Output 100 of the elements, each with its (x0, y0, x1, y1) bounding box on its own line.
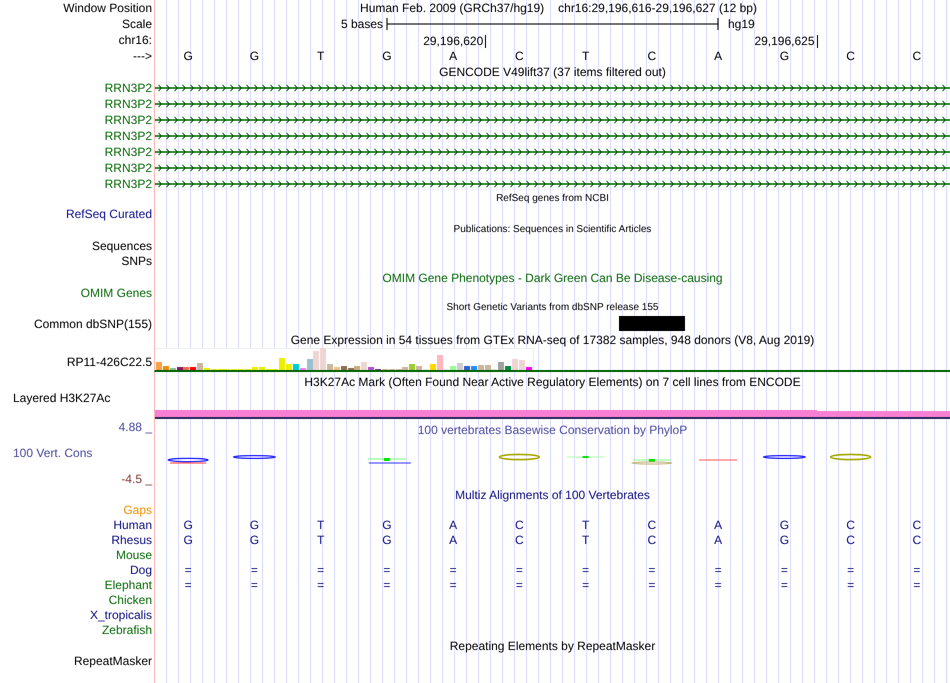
row-label: Window Position (63, 1, 152, 15)
aligned-base: = (714, 578, 722, 592)
aligned-base: = (317, 578, 324, 592)
scale-text: 5 bases (340, 17, 383, 31)
aligned-base: T (316, 518, 324, 532)
base-letter: A (714, 49, 722, 63)
aligned-base: = (648, 562, 656, 576)
base-letter: C (648, 49, 656, 63)
aligned-base: C (912, 532, 922, 546)
aligned-base: = (250, 578, 258, 592)
aligned-base: C (515, 518, 524, 532)
aligned-base: = (913, 562, 920, 576)
species-label[interactable]: Mouse (116, 548, 152, 562)
aligned-base: = (250, 562, 258, 576)
aligned-base: G (250, 532, 260, 546)
aligned-base: = (780, 578, 788, 592)
aligned-base: G (382, 518, 392, 532)
scale-ruler-icon (386, 17, 719, 31)
aligned-base: C (912, 518, 922, 532)
axis-min-label: -4.5 _ (121, 472, 152, 486)
aligned-base: = (780, 562, 788, 576)
aligned-base: G (250, 518, 260, 532)
track-label[interactable]: Layered H3K27Ac (13, 391, 110, 405)
base-letter: G (780, 49, 790, 63)
aligned-base: = (714, 562, 722, 576)
track-label[interactable]: OMIM Genes (80, 286, 152, 300)
track-label[interactable]: Sequences (92, 238, 152, 252)
aligned-base: = (847, 578, 854, 592)
aligned-base: A (449, 532, 458, 546)
aligned-base: = (184, 578, 192, 592)
assembly-title: Human Feb. 2009 (GRCh37/hg19) (360, 1, 544, 15)
aligned-base: C (846, 518, 855, 532)
track-title: OMIM Gene Phenotypes - Dark Green Can Be Disease-causing (382, 270, 723, 284)
aligned-base: = (847, 562, 854, 576)
aligned-base: = (582, 562, 590, 576)
base-letter: C (515, 49, 524, 63)
track-label[interactable]: RRN3P2 (104, 113, 152, 127)
aligned-base: = (184, 562, 192, 576)
aligned-base: = (383, 578, 390, 592)
aligned-base: G (780, 518, 790, 532)
base-letter: A (449, 49, 458, 63)
species-label[interactable]: Elephant (104, 578, 152, 592)
track-label[interactable]: RepeatMasker (74, 654, 152, 668)
aligned-base: A (714, 532, 722, 546)
base-letter: C (846, 49, 855, 63)
track-label[interactable]: RP11-426C22.5 (66, 355, 152, 369)
aligned-base: G (183, 518, 193, 532)
base-letter: G (250, 49, 260, 63)
aligned-base: = (450, 578, 457, 592)
base-letter: T (582, 49, 590, 63)
species-label[interactable]: Dog (130, 562, 152, 576)
aligned-base: = (516, 578, 523, 592)
position-tick-label: 29,196,620 (423, 35, 486, 48)
aligned-base: A (449, 518, 458, 532)
track-label[interactable]: RefSeq Curated (66, 207, 152, 221)
aligned-base: C (515, 532, 524, 546)
aligned-base: = (913, 578, 920, 592)
row-label: chr16: (118, 33, 152, 47)
expression-bars-drawing[interactable] (155, 348, 534, 370)
species-label[interactable]: Rhesus (111, 532, 152, 546)
track-label[interactable]: RRN3P2 (104, 145, 152, 159)
species-label[interactable]: Zebrafish (102, 622, 152, 636)
track-label[interactable]: SNPs (121, 254, 152, 268)
position-tick-label: 29,196,625 (754, 35, 818, 48)
axis-max-label: 4.88 _ (118, 420, 152, 434)
base-letter: G (183, 49, 193, 63)
species-label[interactable]: Chicken (108, 592, 152, 606)
aligned-base: T (316, 532, 324, 546)
track-title: Gene Expression in 54 tissues from GTEx RNA-seq of 17382 samples, 948 donors (V8, Aug 2019) (290, 332, 814, 346)
aligned-base: = (516, 562, 523, 576)
base-letter: C (912, 49, 922, 63)
track-label[interactable]: RRN3P2 (104, 97, 152, 111)
aligned-base: = (450, 562, 457, 576)
track-label[interactable]: RRN3P2 (104, 177, 152, 191)
aligned-base: T (582, 518, 590, 532)
track-title: 100 vertebrates Basewise Conservation by PhyloP (418, 423, 688, 437)
aligned-base: G (382, 532, 392, 546)
species-label[interactable]: Human (113, 518, 152, 532)
aligned-base: = (582, 578, 590, 592)
position-text: chr16:29,196,616-29,196,627 (12 bp) (558, 1, 757, 15)
species-label[interactable]: X_tropicalis (90, 608, 152, 622)
track-label[interactable]: 100 Vert. Cons (0, 446, 92, 460)
aligned-base: G (780, 532, 790, 546)
scale-db: hg19 (728, 17, 755, 31)
track-title: Repeating Elements by RepeatMasker (450, 638, 656, 652)
aligned-base: = (383, 562, 390, 576)
track-label[interactable]: RRN3P2 (104, 81, 152, 95)
base-letter: T (316, 49, 324, 63)
aligned-base: = (317, 562, 324, 576)
track-title: RefSeq genes from NCBI (496, 192, 609, 206)
track-label[interactable]: RRN3P2 (104, 161, 152, 175)
aligned-base: = (648, 578, 656, 592)
track-label[interactable]: RRN3P2 (104, 129, 152, 143)
aligned-base: C (648, 532, 656, 546)
base-letter: G (382, 49, 392, 63)
aligned-base: G (183, 532, 193, 546)
track-title: Multiz Alignments of 100 Vertebrates (455, 488, 650, 502)
track-label[interactable]: Common dbSNP(155) (34, 316, 152, 330)
track-title: Publications: Sequences in Scientific Articles (454, 223, 652, 237)
row-label: ---> (133, 49, 152, 63)
